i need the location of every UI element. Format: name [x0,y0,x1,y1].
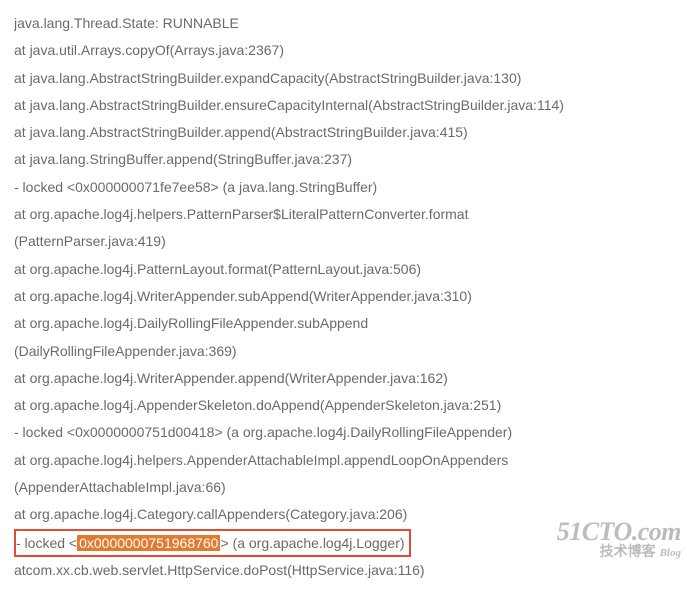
highlighted-lock-line: - locked <0x0000000751968760> (a org.apa… [14,529,673,557]
trace-line: - locked <0x0000000751d00418> (a org.apa… [14,419,673,446]
trace-line: at org.apache.log4j.DailyRollingFileAppe… [14,310,673,337]
trace-line: java.lang.Thread.State: RUNNABLE [14,10,673,37]
trace-line: at org.apache.log4j.helpers.AppenderAtta… [14,447,673,474]
trace-line: (DailyRollingFileAppender.java:369) [14,338,673,365]
trace-line: at java.lang.AbstractStringBuilder.expan… [14,65,673,92]
trace-line: (AppenderAttachableImpl.java:66) [14,474,673,501]
trace-line: at org.apache.log4j.PatternLayout.format… [14,256,673,283]
trace-line: at org.apache.log4j.helpers.PatternParse… [14,201,673,228]
trace-line: atcom.xx.cb.web.servlet.HttpService.doPo… [14,557,673,584]
highlight-post: > (a org.apache.log4j.Logger) [220,535,404,551]
trace-line: (PatternParser.java:419) [14,228,673,255]
trace-line: at org.apache.log4j.Category.callAppende… [14,501,673,528]
trace-line: at org.apache.log4j.WriterAppender.subAp… [14,283,673,310]
trace-line: at java.lang.AbstractStringBuilder.appen… [14,119,673,146]
stack-trace-block: java.lang.Thread.State: RUNNABLE at java… [14,10,673,584]
highlight-address: 0x0000000751968760 [77,535,220,551]
highlight-box: - locked <0x0000000751968760> (a org.apa… [14,529,411,557]
trace-line: - locked <0x000000071fe7ee58> (a java.la… [14,174,673,201]
trace-line: at java.util.Arrays.copyOf(Arrays.java:2… [14,37,673,64]
highlight-pre: - locked < [16,535,77,551]
trace-line: at java.lang.StringBuffer.append(StringB… [14,146,673,173]
trace-line: at org.apache.log4j.AppenderSkeleton.doA… [14,392,673,419]
trace-line: at org.apache.log4j.WriterAppender.appen… [14,365,673,392]
trace-line: at java.lang.AbstractStringBuilder.ensur… [14,92,673,119]
